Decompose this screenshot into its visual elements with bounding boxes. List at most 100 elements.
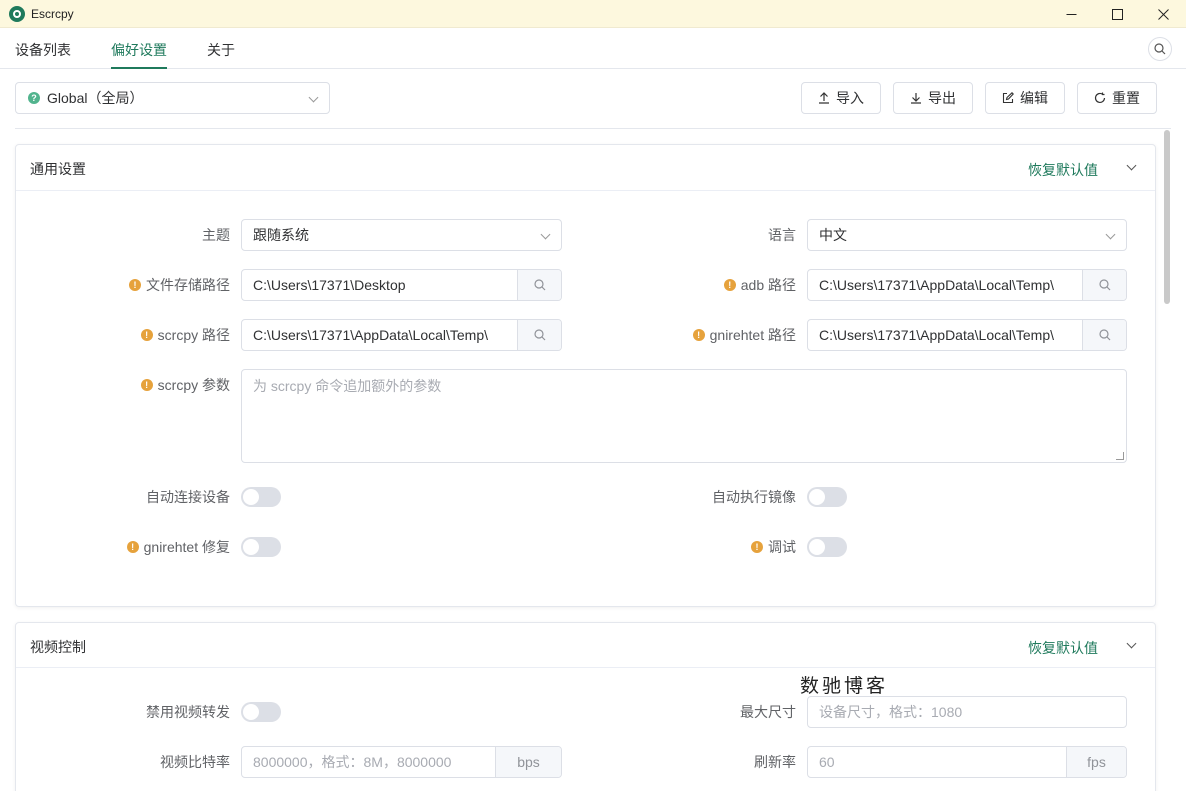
edit-button[interactable]: 编辑 xyxy=(985,82,1065,114)
scrcpy-path-label: ! scrcpy 路径 xyxy=(30,319,230,351)
file-path-label: ! 文件存储路径 xyxy=(30,269,230,301)
window-title: Escrcpy xyxy=(31,6,74,21)
scrcpy-args-placeholder: 为 scrcpy 命令追加额外的参数 xyxy=(253,378,442,394)
file-path-value: C:\Users\17371\Desktop xyxy=(253,277,406,293)
gnirehtet-path-label: ! gnirehtet 路径 xyxy=(596,319,796,351)
edit-icon xyxy=(1002,92,1014,104)
import-label: 导入 xyxy=(836,90,864,106)
scrcpy-args-label: ! scrcpy 参数 xyxy=(30,369,230,401)
info-icon: ! xyxy=(140,329,153,341)
theme-label: 主题 xyxy=(202,227,230,243)
title-bar: Escrcpy xyxy=(0,0,1186,28)
disable-forward-switch[interactable] xyxy=(241,702,281,722)
bitrate-input[interactable]: 8000000，格式：8M，8000000 bps xyxy=(241,746,562,778)
gnirehtet-path-value: C:\Users\17371\AppData\Local\Temp\ xyxy=(819,327,1055,343)
tab-preferences[interactable]: 偏好设置 xyxy=(111,40,167,69)
adb-path-input[interactable]: C:\Users\17371\AppData\Local\Temp\ xyxy=(807,269,1127,301)
card-header[interactable]: 通用设置 恢复默认值 xyxy=(16,145,1155,191)
refresh-label: 刷新率 xyxy=(754,754,796,770)
close-icon xyxy=(1157,8,1169,20)
info-icon: ! xyxy=(692,329,705,341)
close-button[interactable] xyxy=(1140,0,1186,28)
scrcpy-path-input[interactable]: C:\Users\17371\AppData\Local\Temp\ xyxy=(241,319,562,351)
disable-forward-label: 禁用视频转发 xyxy=(146,704,230,720)
info-icon: ! xyxy=(751,541,763,553)
info-icon: ! xyxy=(126,541,139,553)
search-icon xyxy=(533,279,545,291)
chevron-down-icon xyxy=(308,92,319,103)
upload-icon xyxy=(819,92,829,104)
maximize-button[interactable] xyxy=(1094,0,1140,28)
maximize-icon xyxy=(1111,8,1123,20)
debug-switch[interactable] xyxy=(807,537,847,557)
browse-button[interactable] xyxy=(517,320,561,350)
bitrate-label: 视频比特率 xyxy=(160,754,230,770)
reset-button[interactable]: 重置 xyxy=(1077,82,1157,114)
chevron-down-icon[interactable] xyxy=(1126,638,1137,649)
language-value: 中文 xyxy=(819,227,847,243)
help-icon: ? xyxy=(28,92,40,104)
reset-label: 重置 xyxy=(1112,90,1140,106)
file-path-input[interactable]: C:\Users\17371\Desktop xyxy=(241,269,562,301)
auto-connect-label: 自动连接设备 xyxy=(146,489,230,505)
card-title: 视频控制 xyxy=(30,639,86,655)
refresh-unit: fps xyxy=(1066,747,1126,777)
divider xyxy=(15,128,1171,129)
browse-button[interactable] xyxy=(1082,320,1126,350)
refresh-icon xyxy=(1094,92,1106,104)
scrcpy-args-textarea[interactable]: 为 scrcpy 命令追加额外的参数 xyxy=(241,369,1127,463)
import-button[interactable]: 导入 xyxy=(801,82,881,114)
main-tabs: 设备列表 偏好设置 关于 xyxy=(0,28,1186,69)
max-size-input[interactable]: 设备尺寸，格式：1080 xyxy=(807,696,1127,728)
watermark: 数驰博客 xyxy=(800,675,889,697)
chevron-down-icon[interactable] xyxy=(1126,160,1137,171)
minimize-button[interactable] xyxy=(1048,0,1094,28)
adb-path-label: ! adb 路径 xyxy=(596,269,796,301)
export-label: 导出 xyxy=(928,90,956,106)
info-icon: ! xyxy=(129,279,141,291)
gnirehtet-fix-label: ! gnirehtet 修复 xyxy=(30,532,230,562)
app-logo-icon xyxy=(9,5,25,22)
search-icon xyxy=(533,329,545,341)
auto-mirror-label: 自动执行镜像 xyxy=(712,489,796,505)
resize-handle-icon[interactable] xyxy=(1116,452,1124,460)
gnirehtet-fix-switch[interactable] xyxy=(241,537,281,557)
theme-value: 跟随系统 xyxy=(253,227,309,243)
scrcpy-path-value: C:\Users\17371\AppData\Local\Temp\ xyxy=(253,327,489,343)
debug-label: ! 调试 xyxy=(596,532,796,562)
search-icon xyxy=(1098,329,1110,341)
bitrate-placeholder: 8000000，格式：8M，8000000 xyxy=(253,754,452,770)
refresh-input[interactable]: 60 fps xyxy=(807,746,1127,778)
chevron-down-icon xyxy=(1105,229,1116,240)
chevron-down-icon xyxy=(540,229,551,240)
restore-defaults-link[interactable]: 恢复默认值 xyxy=(1028,160,1098,180)
max-size-label: 最大尺寸 xyxy=(740,704,796,720)
refresh-placeholder: 60 xyxy=(819,754,835,770)
scrollbar[interactable] xyxy=(1161,128,1173,791)
restore-defaults-link[interactable]: 恢复默认值 xyxy=(1028,638,1098,658)
tab-about[interactable]: 关于 xyxy=(207,40,235,69)
auto-mirror-switch[interactable] xyxy=(807,487,847,507)
auto-connect-switch[interactable] xyxy=(241,487,281,507)
scrollbar-thumb[interactable] xyxy=(1164,130,1170,304)
bitrate-unit: bps xyxy=(495,747,561,777)
minimize-icon xyxy=(1066,13,1076,15)
tab-device-list[interactable]: 设备列表 xyxy=(15,40,71,69)
edit-label: 编辑 xyxy=(1020,90,1048,106)
language-label: 语言 xyxy=(768,227,796,243)
search-button[interactable] xyxy=(1148,37,1172,61)
gnirehtet-path-input[interactable]: C:\Users\17371\AppData\Local\Temp\ xyxy=(807,319,1127,351)
browse-button[interactable] xyxy=(517,270,561,300)
scope-select[interactable]: ? Global（全局） xyxy=(15,82,330,114)
card-header[interactable]: 视频控制 恢复默认值 xyxy=(16,623,1155,668)
theme-select[interactable]: 跟随系统 xyxy=(241,219,562,251)
export-button[interactable]: 导出 xyxy=(893,82,973,114)
download-icon xyxy=(911,93,921,104)
search-icon xyxy=(1098,279,1110,291)
scope-value: Global（全局） xyxy=(47,90,144,106)
info-icon: ! xyxy=(723,279,736,291)
browse-button[interactable] xyxy=(1082,270,1126,300)
card-title: 通用设置 xyxy=(30,161,86,177)
language-select[interactable]: 中文 xyxy=(807,219,1127,251)
max-size-placeholder: 设备尺寸，格式：1080 xyxy=(819,704,963,720)
